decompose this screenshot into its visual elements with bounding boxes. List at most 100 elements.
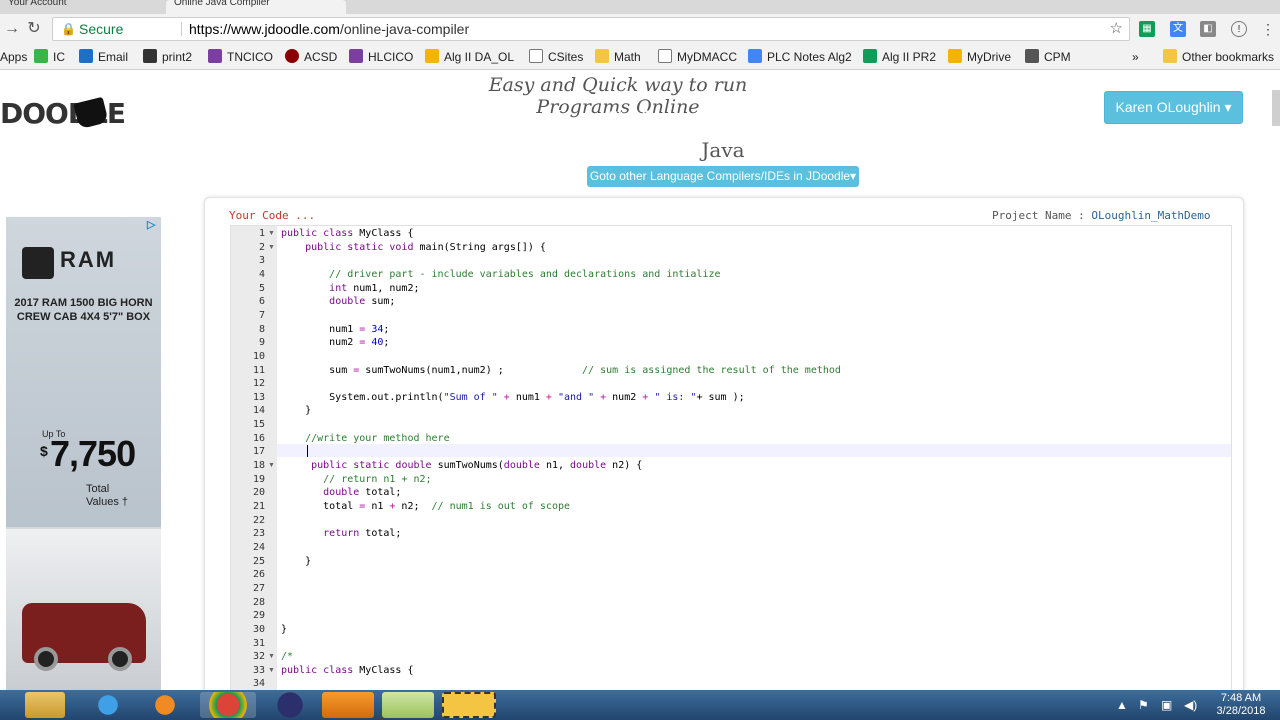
bookmark-print2[interactable]: print2	[143, 49, 192, 65]
code-line[interactable]: // return n1 + n2;	[281, 474, 431, 485]
code-line[interactable]: double total;	[281, 487, 401, 498]
fold-toggle-icon[interactable]: ▼	[268, 230, 275, 237]
facebook-share-button[interactable]: f	[547, 104, 571, 127]
omnibox-separator	[181, 22, 182, 36]
other-bookmarks-folder[interactable]: Other bookmarks	[1163, 49, 1274, 65]
pinterest-share-button[interactable]: P	[634, 104, 658, 127]
system-clock[interactable]: 7:48 AM 3/28/2018	[1206, 692, 1276, 718]
bookmark-label: IC	[53, 50, 65, 64]
code-line[interactable]: public class MyClass {	[281, 228, 413, 239]
line-number: 33	[252, 664, 265, 676]
code-line[interactable]: public class MyClass {	[281, 665, 413, 676]
code-line[interactable]: /*	[281, 651, 293, 662]
line-number: 27	[252, 582, 265, 594]
bookmark-tncico[interactable]: TNCICO	[208, 49, 273, 65]
show-hidden-icons[interactable]: ▲	[1116, 698, 1128, 712]
outlook-taskbar-icon[interactable]	[322, 692, 374, 718]
classroom-extension-icon[interactable]: ▦	[1139, 21, 1155, 37]
fold-toggle-icon[interactable]: ▼	[268, 667, 275, 674]
volume-icon[interactable]: ◀)	[1184, 698, 1197, 712]
ic-icon	[34, 49, 48, 63]
code-line[interactable]: }	[281, 405, 311, 416]
bookmark-math[interactable]: Math	[595, 49, 641, 65]
fold-toggle-icon[interactable]: ▼	[268, 244, 275, 251]
fold-toggle-icon[interactable]: ▼	[268, 653, 275, 660]
jdoodle-logo[interactable]: DOODLE	[0, 74, 126, 130]
twitter-share-button[interactable]: t	[576, 104, 600, 127]
code-line[interactable]: public static void main(String args[]) {	[281, 242, 546, 253]
chrome-icon[interactable]	[200, 692, 256, 718]
tncico-icon	[208, 49, 222, 63]
bookmark-alg-ii-da-ol[interactable]: Alg II DA_OL	[425, 49, 514, 65]
bookmark-acsd[interactable]: ACSD	[285, 49, 337, 65]
code-line[interactable]: num1 = 34;	[281, 324, 389, 335]
code-editor[interactable]: 1 ▼ 2 ▼ 3 4 5 6 7 8 9 10 11 12 13 14 15 16 17 18 ▼ 19 20 21 22 23…	[230, 225, 1232, 695]
bookmark-ic[interactable]: IC	[34, 49, 65, 65]
other-languages-dropdown[interactable]: Goto other Language Compilers/IDEs in JD…	[587, 166, 859, 187]
code-line[interactable]: num2 = 40;	[281, 337, 389, 348]
code-line[interactable]: int num1, num2;	[281, 283, 419, 294]
tab-your-account[interactable]: Your Account	[0, 0, 160, 14]
drive-icon	[425, 49, 439, 63]
google-plus-share-button[interactable]: G+	[605, 104, 629, 127]
bookmark-csites[interactable]: CSites	[529, 49, 583, 65]
line-number: 12	[252, 378, 265, 390]
project-name-value[interactable]: OLoughlin_MathDemo	[1091, 209, 1210, 222]
wheel	[34, 647, 58, 671]
tab-online-java-compiler[interactable]: Online Java Compiler	[166, 0, 346, 14]
bookmark-label: CSites	[548, 50, 584, 64]
code-line[interactable]: total = n1 + n2; // num1 is out of scope	[281, 501, 570, 512]
bookmark-label: Alg II DA_OL	[444, 50, 515, 64]
code-line[interactable]: double sum;	[281, 296, 395, 307]
more-bookmarks-button[interactable]: »	[1132, 49, 1139, 65]
folder-taskbar-icon[interactable]	[382, 692, 434, 718]
line-number: 20	[252, 487, 265, 499]
bookmark-email[interactable]: Email	[79, 49, 128, 65]
bookmark-plc-notes-alg2[interactable]: PLC Notes Alg2	[748, 49, 852, 65]
line-number: 30	[252, 623, 265, 635]
advertisement[interactable]: RAM 2017 RAM 1500 BIG HORN CREW CAB 4X4 …	[6, 217, 161, 690]
adchoices-icon[interactable]: ▷	[147, 218, 160, 231]
network-icon[interactable]: ▣	[1161, 698, 1172, 712]
forward-icon[interactable]: →	[2, 19, 22, 39]
code-line[interactable]: //write your method here	[281, 433, 450, 444]
bookmark-star-icon[interactable]: ☆	[1110, 18, 1123, 40]
page-scrollbar[interactable]	[1272, 90, 1280, 126]
bookmark-label: MyDMACC	[677, 50, 737, 64]
info-extension-icon[interactable]: !	[1231, 21, 1247, 37]
action-center-icon[interactable]: ⚑	[1138, 698, 1149, 712]
code-line[interactable]: return total;	[281, 528, 401, 539]
media-player-icon[interactable]	[145, 692, 185, 718]
line-number: 21	[252, 501, 265, 512]
code-line[interactable]: public static double sumTwoNums(double n…	[281, 460, 642, 471]
print2-icon	[143, 49, 157, 63]
eclipse-icon[interactable]	[262, 692, 318, 718]
file-explorer-icon[interactable]	[25, 692, 65, 718]
bookmark-cpm[interactable]: CPM	[1025, 49, 1071, 65]
code-line[interactable]: sum = sumTwoNums(num1,num2) ; // sum is …	[281, 365, 841, 376]
bookmark-mydrive[interactable]: MyDrive	[948, 49, 1011, 65]
more-share-button[interactable]: +	[663, 104, 687, 127]
reload-icon[interactable]: ↻	[24, 19, 44, 39]
folder-icon	[595, 49, 609, 63]
wheel	[108, 647, 132, 671]
bookmark-apps[interactable]: Apps	[0, 49, 27, 65]
bookmark-hlcico[interactable]: HLCICO	[349, 49, 413, 65]
fold-toggle-icon[interactable]: ▼	[268, 462, 275, 469]
snipping-tool-icon[interactable]	[442, 692, 496, 718]
address-bar[interactable]: 🔒 Secure https://www.jdoodle.com/online-…	[52, 17, 1130, 41]
code-line[interactable]: }	[281, 556, 311, 567]
user-menu-button[interactable]: Karen OLoughlin ▾	[1104, 91, 1243, 124]
ad-bottom-panel	[6, 529, 161, 690]
bookmark-mydmacc[interactable]: MyDMACC	[658, 49, 737, 65]
clock-date: 3/28/2018	[1216, 705, 1266, 717]
internet-explorer-icon[interactable]	[88, 692, 128, 718]
code-line[interactable]: // driver part - include variables and d…	[281, 269, 720, 280]
code-line[interactable]: System.out.println("Sum of " + num1 + "a…	[281, 392, 744, 403]
bookmark-alg-ii-pr2[interactable]: Alg II PR2	[863, 49, 936, 65]
translate-extension-icon[interactable]: 文	[1170, 21, 1186, 37]
bookmark-label: PLC Notes Alg2	[767, 50, 852, 64]
menu-icon[interactable]: ⋮	[1260, 21, 1276, 37]
extension-icon[interactable]: ◧	[1200, 21, 1216, 37]
code-line[interactable]: }	[281, 624, 287, 635]
